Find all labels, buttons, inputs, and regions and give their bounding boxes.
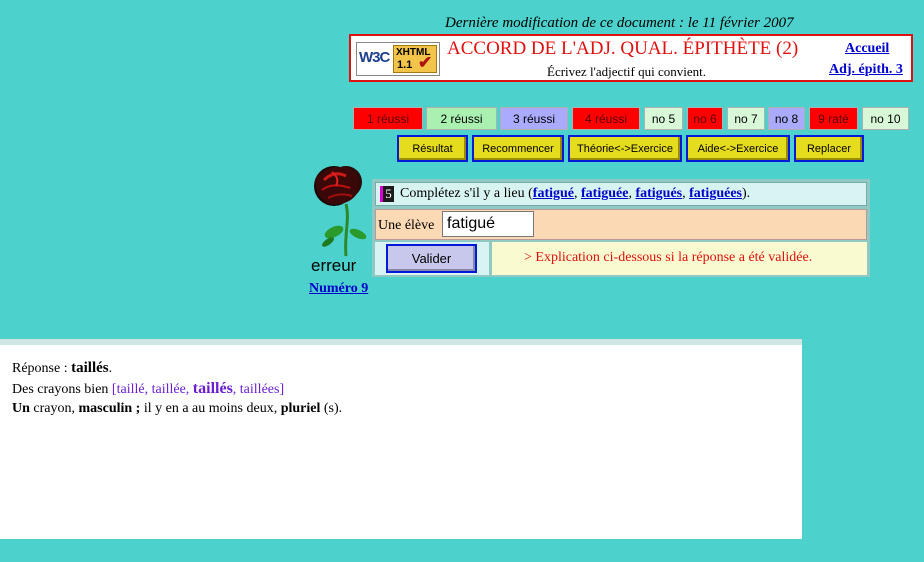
option-fatigues[interactable]: fatigués xyxy=(635,186,682,201)
option-fatigue[interactable]: fatigué xyxy=(533,186,574,201)
example-line: Des crayons bien [taillé, taillée, taill… xyxy=(12,380,285,397)
resultat-button[interactable]: Résultat xyxy=(397,135,468,162)
page-title: ACCORD DE L'ADJ. QUAL. ÉPITHÈTE (2) xyxy=(447,38,799,59)
rule-text-a: crayon, xyxy=(29,401,79,416)
instruction-lead: Complétez s'il y a lieu ( xyxy=(400,186,533,201)
valider-button[interactable]: Valider xyxy=(386,244,477,273)
score-cell-1[interactable]: 1 réussi xyxy=(353,107,423,130)
answer-value: taillés xyxy=(71,360,109,376)
score-cell-2[interactable]: 2 réussi xyxy=(426,107,497,130)
exercise-panel: 5 Complétez s'il y a lieu (fatigué, fati… xyxy=(372,179,870,277)
score-cell-7[interactable]: no 7 xyxy=(727,107,765,130)
recommencer-button[interactable]: Recommencer xyxy=(472,135,564,162)
example-option-3: taillés xyxy=(192,380,233,397)
replacer-button[interactable]: Replacer xyxy=(794,135,864,162)
rule-text-c: (s). xyxy=(320,401,343,416)
rule-pluriel: pluriel xyxy=(280,401,321,416)
rule-line: Un crayon, masculin ; il y en a au moins… xyxy=(12,401,342,417)
option-fatiguee[interactable]: fatiguée xyxy=(581,186,628,201)
result-status-text: erreur xyxy=(311,256,357,275)
validate-row: Valider > Explication ci-dessous si la r… xyxy=(375,242,867,275)
w3c-logo-text: W3C xyxy=(359,49,390,66)
answer-input[interactable] xyxy=(442,211,534,237)
adj-epith-3-link[interactable]: Adj. épith. 3 xyxy=(829,62,903,78)
theorie-exercice-button[interactable]: Théorie<->Exercice xyxy=(568,135,682,162)
numero-link[interactable]: Numéro 9 xyxy=(309,281,368,297)
xhtml-version: 1.1 xyxy=(397,59,413,71)
explanation-text: > Explication ci-dessous si la réponse a… xyxy=(524,250,813,265)
aide-exercice-button[interactable]: Aide<->Exercice xyxy=(686,135,790,162)
explanation-cell: > Explication ci-dessous si la réponse a… xyxy=(492,242,867,275)
example-option-4: taillées xyxy=(239,382,280,397)
accueil-link[interactable]: Accueil xyxy=(845,41,889,57)
answer-explanation-panel: Réponse : taillés. Des crayons bien [tai… xyxy=(0,339,802,539)
option-fatiguees[interactable]: fatiguées xyxy=(689,186,742,201)
checkmark-icon: ✔ xyxy=(418,53,433,72)
instruction-text: Complétez s'il y a lieu (fatigué, fatigu… xyxy=(400,186,751,201)
rule-un: Un xyxy=(12,401,30,416)
example-option-2: taillée xyxy=(151,382,186,397)
answer-line: Réponse : taillés. xyxy=(12,360,113,376)
score-cell-9[interactable]: 9 raté xyxy=(809,107,858,130)
validate-cell: Valider xyxy=(375,242,489,275)
rose-icon xyxy=(314,166,367,257)
score-cell-5[interactable]: no 5 xyxy=(644,107,683,130)
header-box: W3C XHTML 1.1 ✔ ACCORD DE L'ADJ. QUAL. É… xyxy=(349,34,913,82)
score-cell-4[interactable]: 4 réussi xyxy=(572,107,640,130)
question-number: 5 xyxy=(380,186,394,202)
score-cell-10[interactable]: no 10 xyxy=(862,107,909,130)
example-option-1: taillé xyxy=(116,382,145,397)
instruction-row: 5 Complétez s'il y a lieu (fatigué, fati… xyxy=(375,182,867,206)
rule-masculin: masculin ; xyxy=(78,401,141,416)
answer-label: Réponse : xyxy=(12,361,72,376)
xhtml-label: XHTML 1.1 ✔ xyxy=(393,45,437,73)
score-cell-6[interactable]: no 6 xyxy=(687,107,723,130)
rule-text-b: il y en a au moins deux, xyxy=(140,401,281,416)
score-cell-3[interactable]: 3 réussi xyxy=(500,107,568,130)
answer-row: Une élève xyxy=(375,209,867,240)
last-modified-text: Dernière modification de ce document : l… xyxy=(445,15,794,31)
example-start: Des crayons bien xyxy=(12,382,112,397)
score-cell-8[interactable]: no 8 xyxy=(768,107,805,130)
w3c-xhtml-badge[interactable]: W3C XHTML 1.1 ✔ xyxy=(356,42,440,76)
page-subtitle: Écrivez l'adjectif qui convient. xyxy=(547,64,706,79)
sentence-prompt: Une élève xyxy=(378,218,435,233)
